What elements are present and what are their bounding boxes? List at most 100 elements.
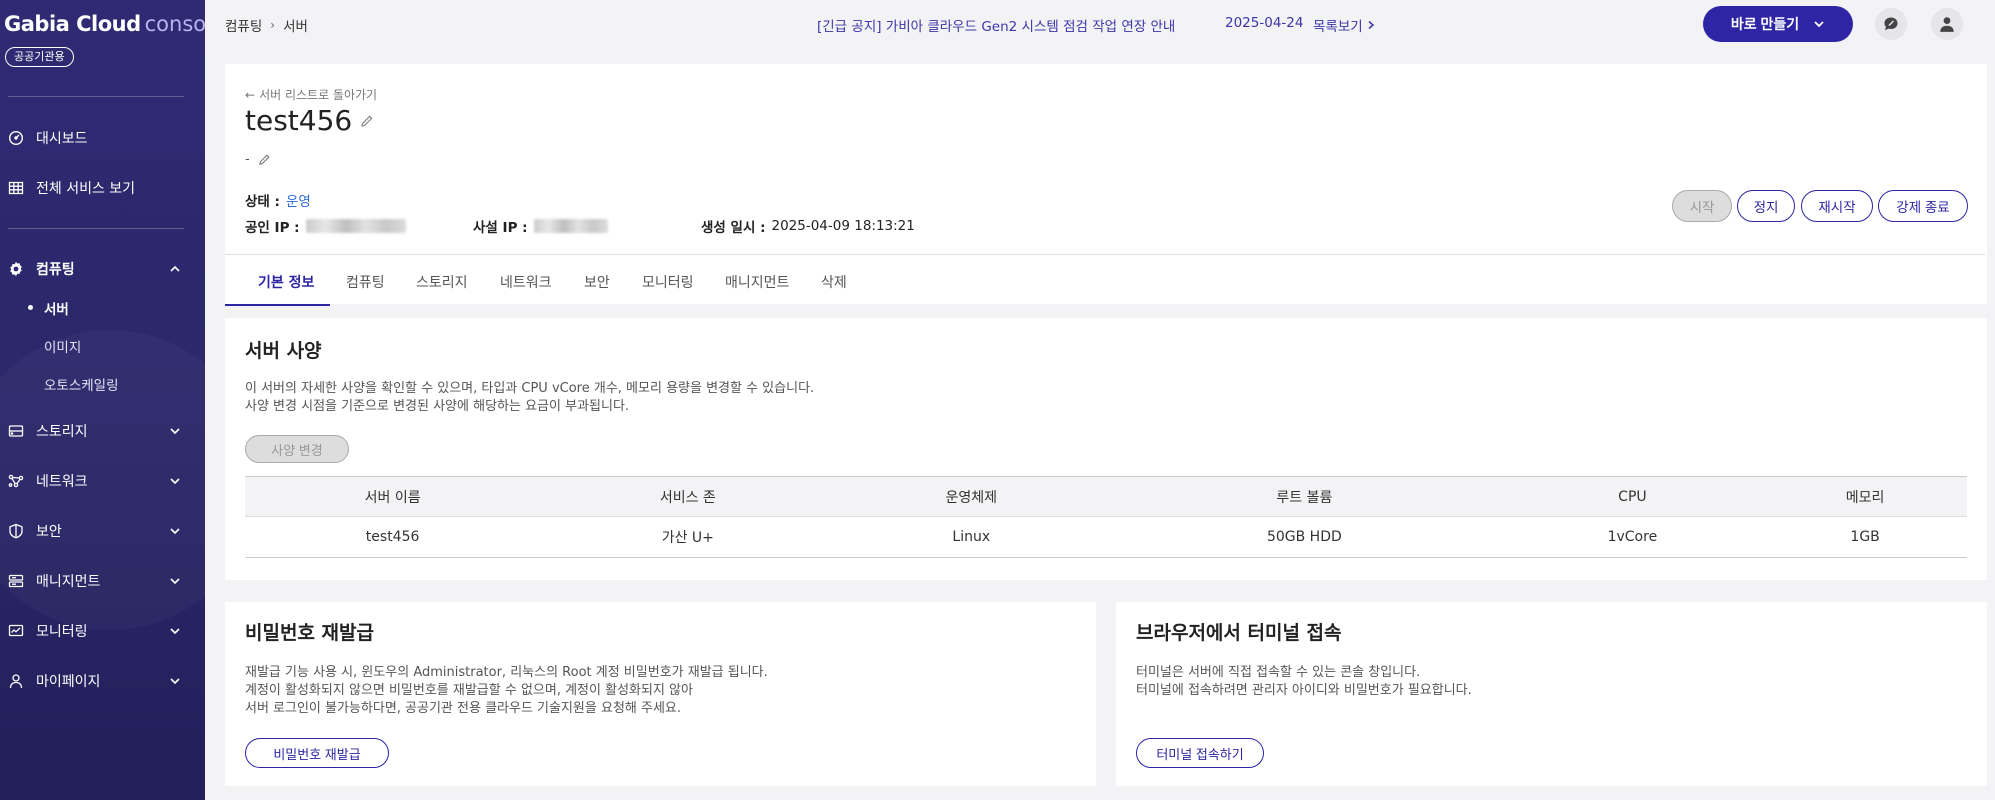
- public-sector-badge: 공공기관용: [5, 47, 74, 67]
- force-stop-button[interactable]: 강제 종료: [1878, 190, 1968, 222]
- status-row: 상태 : 운영: [245, 190, 311, 210]
- tab-monitoring[interactable]: 모니터링: [642, 272, 694, 292]
- server-header-panel: ← 서버 리스트로 돌아가기 test456 - 상태 : 운영 공인 IP :…: [225, 64, 1987, 306]
- spec-description-line: 이 서버의 자세한 사양을 확인할 수 있으며, 타입과 CPU vCore 개…: [245, 381, 815, 396]
- pencil-icon[interactable]: [258, 153, 271, 166]
- sidebar-divider: [8, 228, 184, 229]
- chevron-down-icon: [170, 578, 180, 585]
- active-tab-indicator: [225, 304, 330, 306]
- notice-link[interactable]: [긴급 공지] 가비아 클라우드 Gen2 시스템 점검 작업 연장 안내: [817, 15, 1175, 35]
- server-name-text: test456: [245, 104, 353, 137]
- sidebar-item-all-services[interactable]: 전체 서비스 보기: [0, 171, 185, 205]
- public-ip-value-redacted: [305, 219, 406, 233]
- monitor-icon: [8, 623, 24, 639]
- private-ip-value-redacted: [533, 219, 608, 233]
- tab-storage[interactable]: 스토리지: [416, 272, 468, 292]
- tab-management[interactable]: 매니지먼트: [725, 272, 789, 292]
- created-label: 생성 일시 :: [701, 220, 766, 236]
- status-label: 상태 :: [245, 194, 280, 210]
- logo-console: console: [144, 12, 205, 36]
- top-bar: 컴퓨팅 › 서버 [긴급 공지] 가비아 클라우드 Gen2 시스템 점검 작업…: [205, 0, 1995, 48]
- notice-list-link[interactable]: 목록보기: [1313, 15, 1376, 35]
- server-spec-panel: 서버 사양 이 서버의 자세한 사양을 확인할 수 있으며, 타입과 CPU v…: [225, 318, 1987, 580]
- password-description-line: 재발급 기능 사용 시, 윈도우의 Administrator, 리눅스의 Ro…: [245, 665, 768, 680]
- status-value: 운영: [285, 194, 311, 210]
- created-value: 2025-04-09 18:13:21: [771, 218, 915, 234]
- change-spec-button[interactable]: 사양 변경: [245, 435, 349, 463]
- stop-button[interactable]: 정지: [1737, 190, 1795, 222]
- sidebar-divider: [8, 96, 184, 97]
- spec-description-line: 사양 변경 시점을 기준으로 변경된 사양에 해당하는 요금이 부과됩니다.: [245, 399, 630, 414]
- server-name: test456: [245, 104, 374, 137]
- shield-icon: [8, 523, 24, 539]
- chevron-right-icon: ›: [270, 18, 276, 32]
- sidebar-item-label: 매니지먼트: [36, 574, 101, 590]
- column-header: 메모리: [1763, 476, 1967, 517]
- password-description-line: 계정이 활성화되지 않으면 비밀번호를 재발급할 수 없으며, 계정이 활성화되…: [245, 683, 693, 698]
- breadcrumb: 컴퓨팅 › 서버: [225, 15, 308, 35]
- breadcrumb-item[interactable]: 컴퓨팅: [225, 15, 262, 35]
- sidebar-item-label: 마이페이지: [36, 674, 101, 690]
- restart-button[interactable]: 재시작: [1801, 190, 1873, 222]
- logo-brand: Gabia Cloud: [4, 12, 141, 36]
- user-icon: [1940, 17, 1954, 32]
- column-header: CPU: [1501, 476, 1764, 517]
- sidebar-subitem-image[interactable]: 이미지: [44, 336, 81, 356]
- pencil-icon[interactable]: [360, 114, 374, 128]
- public-ip-label: 공인 IP :: [245, 220, 300, 236]
- person-icon: [8, 673, 24, 689]
- quick-create-label: 바로 만들기: [1730, 16, 1800, 32]
- arrow-left-icon: ←: [245, 87, 256, 102]
- table-cell: 가산 U+: [540, 516, 836, 558]
- management-icon: [8, 573, 24, 589]
- sidebar-item-dashboard[interactable]: 대시보드: [0, 121, 185, 155]
- sidebar-item-network[interactable]: 네트워크: [0, 464, 185, 498]
- private-ip-row: 사설 IP :: [473, 216, 608, 236]
- tab-computing[interactable]: 컴퓨팅: [346, 272, 385, 292]
- start-button[interactable]: 시작: [1672, 190, 1732, 222]
- sidebar-item-label: 컴퓨팅: [36, 262, 75, 278]
- spec-description: 이 서버의 자세한 사양을 확인할 수 있으며, 타입과 CPU vCore 개…: [245, 380, 814, 416]
- tab-delete[interactable]: 삭제: [821, 272, 847, 292]
- breadcrumb-item[interactable]: 서버: [283, 15, 308, 35]
- tab-basic-info[interactable]: 기본 정보: [258, 272, 314, 292]
- logo[interactable]: Gabia Cloudconsole: [4, 12, 205, 36]
- user-button[interactable]: [1931, 8, 1963, 40]
- column-header: 서버 이름: [245, 476, 541, 517]
- terminal-description: 터미널은 서버에 직접 접속할 수 있는 콘솔 창입니다. 터미널에 접속하려면…: [1136, 664, 1472, 700]
- table-row: test456 가산 U+ Linux 50GB HDD 1vCore 1GB: [245, 516, 1967, 558]
- sidebar-subitem-server[interactable]: 서버: [28, 298, 69, 318]
- spec-title: 서버 사양: [245, 340, 322, 362]
- sidebar-item-storage[interactable]: 스토리지: [0, 414, 185, 448]
- chat-button[interactable]: [1875, 8, 1907, 40]
- sidebar-item-monitoring[interactable]: 모니터링: [0, 614, 185, 648]
- private-ip-label: 사설 IP :: [473, 220, 528, 236]
- chevron-down-icon: [1814, 21, 1824, 28]
- sidebar-item-management[interactable]: 매니지먼트: [0, 564, 185, 598]
- sidebar-item-label: 스토리지: [36, 424, 88, 440]
- sidebar-item-label: 모니터링: [36, 624, 88, 640]
- storage-icon: [8, 423, 24, 439]
- public-ip-row: 공인 IP :: [245, 216, 406, 236]
- table-cell: 1vCore: [1501, 516, 1764, 558]
- chevron-down-icon: [170, 678, 180, 685]
- chevron-down-icon: [170, 628, 180, 635]
- password-reset-button[interactable]: 비밀번호 재발급: [245, 738, 389, 768]
- sidebar-item-label: 네트워크: [36, 474, 88, 490]
- chevron-right-icon: [1368, 20, 1374, 30]
- sidebar-item-mypage[interactable]: 마이페이지: [0, 664, 185, 698]
- sidebar-item-label: 전체 서비스 보기: [36, 181, 136, 197]
- sidebar-item-security[interactable]: 보안: [0, 514, 185, 548]
- back-to-list-link[interactable]: ← 서버 리스트로 돌아가기: [245, 86, 377, 103]
- password-description-line: 서버 로그인이 불가능하다면, 공공기관 전용 클라우드 기술지원을 요청해 주…: [245, 701, 682, 716]
- dashboard-icon: [8, 130, 24, 146]
- tab-network[interactable]: 네트워크: [500, 272, 552, 292]
- terminal-panel: 브라우저에서 터미널 접속 터미널은 서버에 직접 접속할 수 있는 콘솔 창입…: [1116, 602, 1987, 786]
- gear-icon: [8, 261, 24, 277]
- sidebar-item-computing[interactable]: 컴퓨팅: [0, 252, 185, 286]
- notice-date: 2025-04-24: [1225, 15, 1304, 31]
- terminal-connect-button[interactable]: 터미널 접속하기: [1136, 738, 1264, 768]
- sidebar-subitem-autoscaling[interactable]: 오토스케일링: [44, 374, 119, 394]
- quick-create-button[interactable]: 바로 만들기: [1703, 6, 1853, 42]
- tab-security[interactable]: 보안: [584, 272, 610, 292]
